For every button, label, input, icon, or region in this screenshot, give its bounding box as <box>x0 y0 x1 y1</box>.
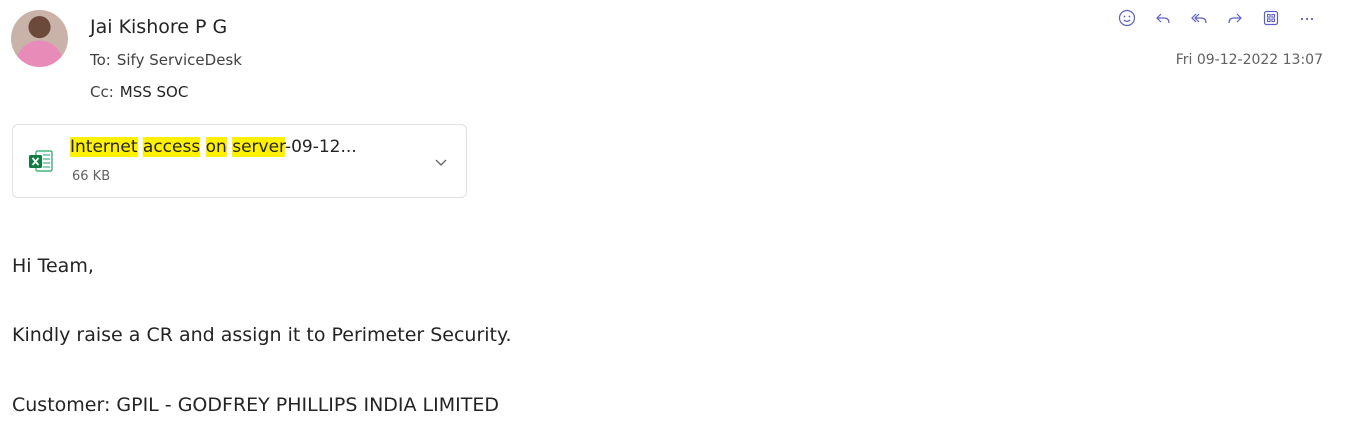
attachment-name-part <box>200 137 205 157</box>
excel-file-icon <box>29 150 53 172</box>
to-recipient[interactable]: Sify ServiceDesk <box>117 51 242 69</box>
attachment-name-part: -09-12... <box>284 137 357 157</box>
to-label: To: <box>90 51 111 69</box>
search-highlight: Internet <box>70 137 138 157</box>
more-icon[interactable] <box>1289 6 1325 30</box>
forward-icon[interactable] <box>1217 6 1253 30</box>
reply-all-icon[interactable] <box>1181 6 1217 30</box>
attachment-size: 66 KB <box>72 169 111 184</box>
sender-name[interactable]: Jai Kishore P G <box>90 16 227 38</box>
body-line-customer: Customer: GPIL - GODFREY PHILLIPS INDIA … <box>12 394 499 416</box>
to-line: To: Sify ServiceDesk <box>90 51 242 69</box>
apps-icon[interactable] <box>1253 6 1289 30</box>
search-highlight: on <box>205 137 227 157</box>
attachment-name[interactable]: Internet access on server-09-12... <box>70 137 357 157</box>
attachment-card[interactable]: Internet access on server-09-12... 66 KB <box>12 124 467 198</box>
smiley-icon[interactable] <box>1109 6 1145 30</box>
reply-icon[interactable] <box>1145 6 1181 30</box>
cc-recipient[interactable]: MSS SOC <box>120 83 189 101</box>
avatar[interactable] <box>11 10 68 67</box>
cc-line: Cc: MSS SOC <box>90 83 188 101</box>
message-date: Fri 09-12-2022 13:07 <box>1175 52 1323 68</box>
message-actions <box>1109 6 1325 30</box>
greeting: Hi Team, <box>12 255 94 277</box>
cc-label: Cc: <box>90 83 114 101</box>
chevron-down-icon[interactable] <box>431 152 451 172</box>
search-highlight: server <box>232 137 285 157</box>
search-highlight: access <box>142 137 201 157</box>
body-line-request: Kindly raise a CR and assign it to Perim… <box>12 324 512 346</box>
